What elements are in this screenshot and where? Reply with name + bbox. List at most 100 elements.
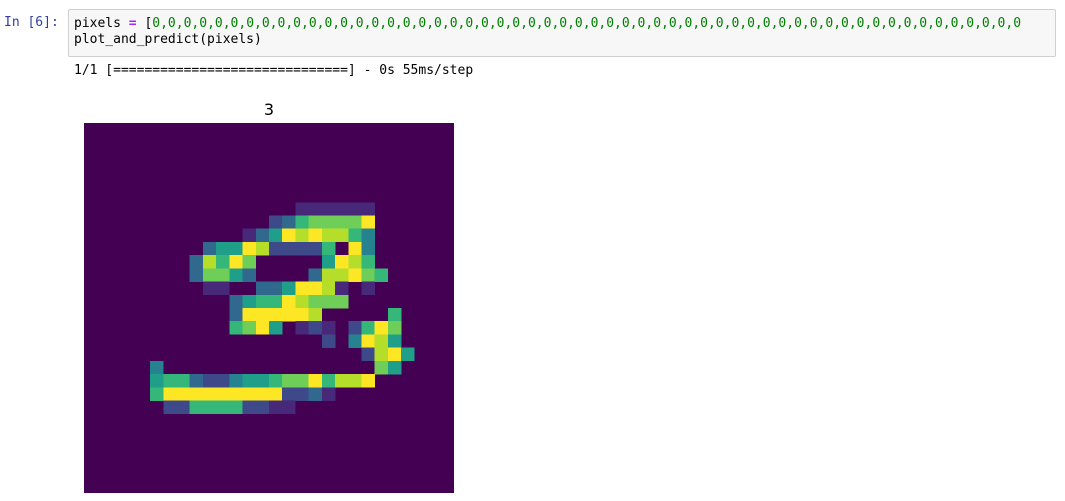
image-pixel <box>255 281 270 296</box>
code-variable: pixels <box>74 16 121 31</box>
image-pixel <box>255 308 270 322</box>
image-pixel <box>229 400 243 414</box>
image-pixel <box>242 294 257 309</box>
image-pixel <box>202 387 217 401</box>
image-pixel <box>269 294 283 309</box>
code-pixel-values: 0,0,0,0,0,0,0,0,0,0,0,0,0,0,0,0,0,0,0,0,… <box>152 16 1022 31</box>
image-pixel <box>348 321 362 335</box>
image-pixel <box>401 347 415 362</box>
image-pixel <box>176 374 190 388</box>
image-pixel <box>321 321 336 335</box>
image-pixel <box>361 241 375 256</box>
image-pixel <box>361 268 375 282</box>
image-pixel <box>242 387 257 401</box>
image-pixel <box>189 255 204 269</box>
image-pixel <box>374 334 389 348</box>
image-pixel <box>229 255 243 269</box>
image-pixel <box>202 400 217 414</box>
image-pixel <box>269 321 283 335</box>
image-pixel <box>269 308 283 322</box>
image-pixel <box>242 228 257 243</box>
image-pixel <box>308 374 323 388</box>
image-pixel <box>176 387 190 401</box>
image-pixel <box>374 268 389 282</box>
image-pixel <box>150 374 164 388</box>
code-operator: = <box>128 16 137 31</box>
image-pixel <box>242 400 257 414</box>
image-pixel <box>321 387 336 401</box>
image-pixel <box>335 215 349 229</box>
image-pixel <box>321 255 336 269</box>
image-pixel <box>255 387 270 401</box>
image-pixel <box>335 268 349 282</box>
image-pixel <box>335 294 349 309</box>
image-pixel <box>229 387 243 401</box>
image-pixel <box>295 215 309 229</box>
image-pixel <box>321 268 336 282</box>
image-pixel <box>255 400 270 414</box>
image-pixel <box>255 321 270 335</box>
image-pixel <box>282 400 296 414</box>
image-pixel <box>387 334 402 348</box>
image-pixel <box>361 202 375 216</box>
image-pixel <box>202 374 217 388</box>
image-pixel <box>295 281 309 296</box>
image-pixel <box>150 387 164 401</box>
image-pixel <box>216 374 230 388</box>
image-pixel <box>269 215 283 229</box>
image-pixel <box>189 400 204 414</box>
image-pixel <box>321 374 336 388</box>
image-pixel <box>269 400 283 414</box>
image-pixel <box>189 268 204 282</box>
image-pixel <box>348 228 362 243</box>
image-pixel <box>335 228 349 243</box>
image-pixel <box>308 202 323 216</box>
image-pixel <box>348 374 362 388</box>
code-input-area[interactable]: pixels = [0,0,0,0,0,0,0,0,0,0,0,0,0,0,0,… <box>68 9 1056 57</box>
image-pixel <box>282 215 296 229</box>
image-pixel <box>335 281 349 296</box>
image-pixel <box>361 321 375 335</box>
image-pixel <box>202 281 217 296</box>
image-pixel <box>295 374 309 388</box>
image-pixel <box>308 294 323 309</box>
image-pixel <box>282 281 296 296</box>
image-pixel <box>282 308 296 322</box>
image-pixel <box>242 241 257 256</box>
image-pixel <box>374 347 389 362</box>
image-pixel <box>229 294 243 309</box>
image-pixel <box>242 255 257 269</box>
figure-title: 3 <box>263 100 275 119</box>
image-pixel <box>374 321 389 335</box>
image-pixel <box>202 255 217 269</box>
image-pixel <box>321 241 336 256</box>
image-pixel <box>361 281 375 296</box>
image-pixel <box>255 241 270 256</box>
image-pixel <box>242 268 257 282</box>
code-text: pixels = [0,0,0,0,0,0,0,0,0,0,0,0,0,0,0,… <box>74 16 1021 48</box>
image-pixel <box>361 334 375 348</box>
cell-prompt: In [6]: <box>4 15 59 30</box>
image-pixel <box>269 241 283 256</box>
image-pixel <box>255 228 270 243</box>
image-pixel <box>348 255 362 269</box>
image-pixel <box>308 215 323 229</box>
image-pixel <box>295 308 309 322</box>
image-pixel <box>321 281 336 296</box>
image-pixel <box>387 308 402 322</box>
image-pixel <box>269 228 283 243</box>
image-pixel <box>361 347 375 362</box>
image-pixel <box>308 241 323 256</box>
image-pixel <box>361 228 375 243</box>
image-pixel <box>269 281 283 296</box>
image-pixel <box>295 321 309 335</box>
image-pixel <box>216 400 230 414</box>
image-pixel <box>269 387 283 401</box>
image-pixel <box>348 215 362 229</box>
digit-image <box>84 123 454 493</box>
image-pixel <box>216 281 230 296</box>
image-pixel <box>308 387 323 401</box>
image-pixel <box>202 268 217 282</box>
image-pixel <box>348 334 362 348</box>
image-pixel <box>189 387 204 401</box>
